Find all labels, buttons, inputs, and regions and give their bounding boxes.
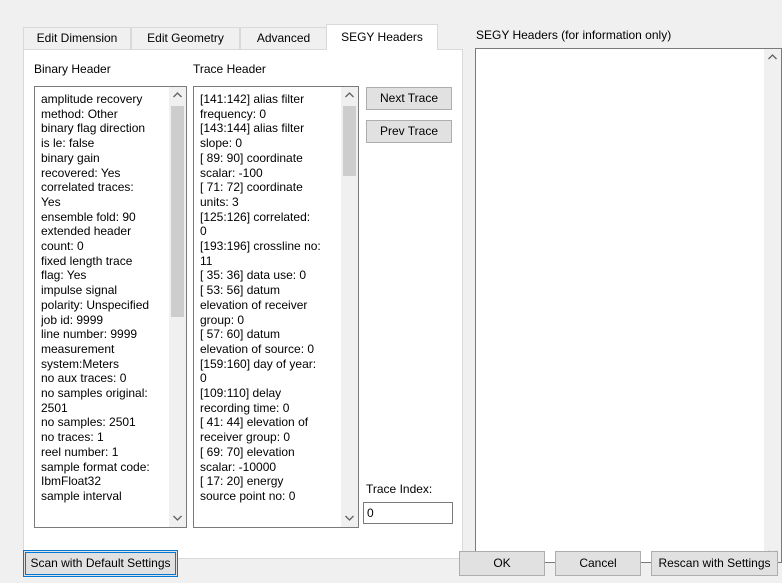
binary-header-line: polarity: Unspecified (41, 297, 150, 312)
binary-header-line: sample format code: (41, 459, 150, 474)
binary-header-line: Yes (41, 194, 61, 209)
trace-header-line: [143:144] alias filter (200, 121, 305, 136)
ok-button[interactable]: OK (459, 551, 545, 576)
binary-header-scrollbar[interactable] (169, 87, 186, 527)
trace-header-line: [141:142] alias filter (200, 92, 305, 106)
trace-header-line: 0 (200, 371, 207, 386)
trace-index-input[interactable] (363, 502, 453, 524)
binary-header-line: no traces: 1 (41, 430, 104, 445)
binary-header-line: fixed length trace (41, 253, 133, 268)
binary-header-line: binary gain (41, 150, 100, 165)
trace-header-line: recording time: 0 (200, 400, 290, 415)
segy-info-scrollbar[interactable] (764, 49, 781, 562)
binary-header-list[interactable]: amplitude recovery method: Other binary fl… (34, 86, 187, 528)
chevron-down-icon[interactable] (169, 510, 186, 527)
trace-header-line: scalar: -10000 (200, 459, 277, 474)
cancel-button[interactable]: Cancel (555, 551, 641, 576)
segy-info-textarea[interactable] (475, 48, 782, 563)
binary-header-line: reel number: 1 (41, 444, 119, 459)
binary-header-line: 2501 (41, 400, 68, 415)
binary-header-line: job id: 9999 (41, 312, 104, 327)
prev-trace-button[interactable]: Prev Trace (366, 120, 452, 143)
trace-header-items: [141:142] alias filter frequency: 0 [143:1… (200, 92, 340, 504)
chevron-down-icon[interactable] (341, 510, 358, 527)
segy-info-label: SEGY Headers (for information only) (476, 28, 672, 42)
trace-header-line: elevation of source: 0 (200, 341, 315, 356)
trace-header-line: [125:126] correlated: (200, 209, 311, 224)
binary-header-line: impulse signal (41, 283, 118, 298)
tab-edit-geometry[interactable]: Edit Geometry (131, 27, 240, 49)
binary-header-line: IbmFloat32 (41, 474, 102, 489)
trace-header-line: 0 (200, 224, 207, 239)
binary-header-line: is le: false (41, 136, 95, 151)
binary-header-line: flag: Yes (41, 268, 87, 283)
chevron-up-icon[interactable] (341, 87, 358, 104)
trace-header-line: 11 (200, 253, 213, 268)
trace-header-line: [ 17: 20] energy (200, 474, 284, 489)
trace-header-line: group: 0 (200, 312, 245, 327)
trace-header-line: [ 89: 90] coordinate (200, 150, 303, 165)
trace-header-line: units: 3 (200, 194, 239, 209)
trace-index-label: Trace Index: (366, 482, 433, 496)
trace-header-line: [ 41: 44] elevation of (200, 415, 309, 430)
tab-segy-headers[interactable]: SEGY Headers (326, 24, 438, 50)
binary-header-line: no samples: 2501 (41, 415, 136, 430)
trace-header-line: elevation of receiver (200, 297, 308, 312)
trace-header-list[interactable]: [141:142] alias filter frequency: 0 [143:1… (193, 86, 359, 528)
binary-header-line: no samples original: (41, 386, 148, 401)
trace-header-line: [193:196] crossline no: (200, 239, 321, 254)
binary-header-line: no aux traces: 0 (41, 371, 127, 386)
trace-header-line: [159:160] day of year: (200, 356, 317, 371)
binary-header-line: extended header (41, 224, 132, 239)
binary-header-line: correlated traces: (41, 180, 134, 195)
binary-header-line: ensemble fold: 90 (41, 209, 136, 224)
trace-header-line: [ 71: 72] coordinate (200, 180, 303, 195)
binary-header-line: sample interval (41, 488, 122, 503)
trace-header-line: [ 35: 36] data use: 0 (200, 268, 307, 283)
trace-header-scrollbar[interactable] (341, 87, 358, 527)
trace-header-line: slope: 0 (200, 136, 243, 151)
binary-header-line: recovered: Yes (41, 165, 121, 180)
trace-header-scroll-thumb[interactable] (343, 106, 356, 176)
trace-header-line: source point no: 0 (200, 488, 296, 503)
trace-header-line: receiver group: 0 (200, 430, 291, 445)
chevron-up-icon[interactable] (764, 49, 781, 66)
chevron-up-icon[interactable] (169, 87, 186, 104)
tab-advanced[interactable]: Advanced (240, 27, 327, 49)
scan-default-settings-button[interactable]: Scan with Default Settings (23, 550, 178, 577)
binary-header-line: count: 0 (41, 239, 84, 254)
trace-header-line: [ 53: 56] datum (200, 283, 281, 298)
binary-header-scroll-thumb[interactable] (171, 106, 184, 317)
trace-header-line: frequency: 0 (200, 106, 267, 121)
binary-header-label: Binary Header (34, 62, 111, 76)
next-trace-button[interactable]: Next Trace (366, 87, 452, 110)
tab-edit-dimension[interactable]: Edit Dimension (23, 27, 131, 49)
binary-header-line: method: Other (41, 106, 118, 121)
trace-header-line: [109:110] delay (200, 386, 282, 401)
binary-header-line: measurement (41, 341, 115, 356)
binary-header-line: binary flag direction (41, 121, 146, 136)
trace-header-line: [ 69: 70] elevation (200, 444, 295, 459)
trace-header-label: Trace Header (193, 62, 266, 76)
binary-header-items: amplitude recovery method: Other binary fl… (41, 92, 168, 504)
binary-header-line: amplitude recovery (41, 92, 143, 106)
binary-header-line: system:Meters (41, 356, 120, 371)
rescan-settings-button[interactable]: Rescan with Settings (651, 551, 778, 576)
binary-header-line: line number: 9999 (41, 327, 138, 342)
trace-header-line: [ 57: 60] datum (200, 327, 281, 342)
trace-header-line: scalar: -100 (200, 165, 263, 180)
